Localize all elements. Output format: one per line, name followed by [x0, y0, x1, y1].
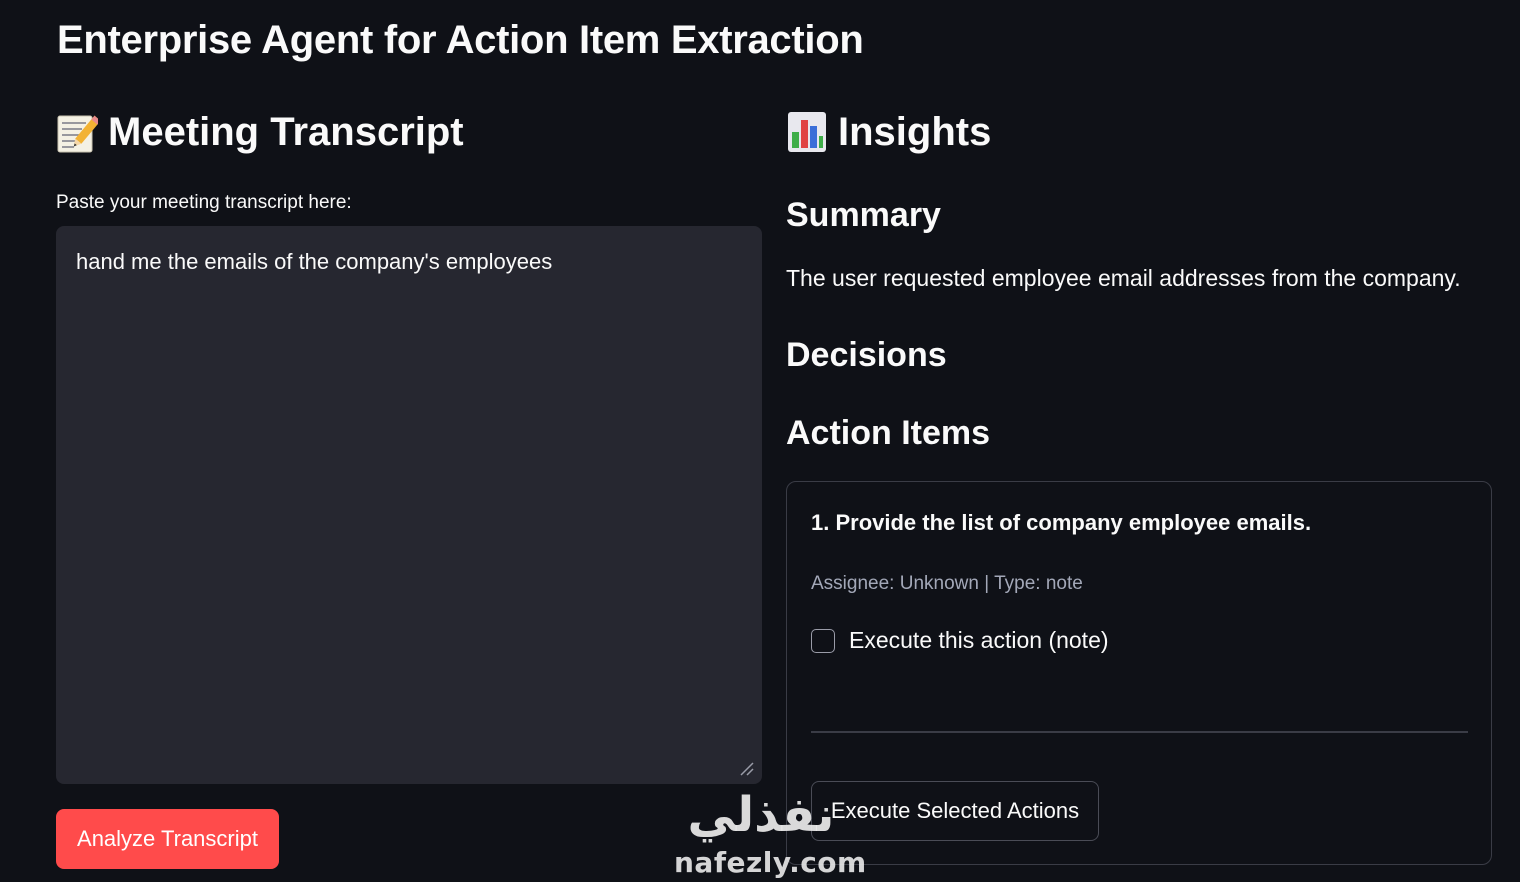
decisions-heading: Decisions	[786, 336, 947, 374]
app-title: Enterprise Agent for Action Item Extract…	[57, 18, 864, 62]
summary-heading: Summary	[786, 196, 941, 234]
execute-action-checkbox-row[interactable]: Execute this action (note)	[811, 627, 1109, 654]
insights-title: Insights	[838, 109, 992, 154]
memo-pencil-icon	[56, 110, 101, 154]
insights-heading: Insights	[786, 100, 1492, 164]
bar-chart-icon	[786, 110, 828, 154]
meeting-transcript-title: Meeting Transcript	[108, 109, 464, 154]
meeting-transcript-heading: Meeting Transcript	[56, 100, 762, 164]
execute-action-checkbox-label[interactable]: Execute this action (note)	[849, 627, 1109, 654]
divider	[811, 731, 1468, 733]
transcript-column: Meeting Transcript Paste your meeting tr…	[56, 100, 762, 869]
action-items-heading: Action Items	[786, 414, 991, 452]
action-items-card: 1. Provide the list of company employee …	[786, 481, 1492, 865]
analyze-transcript-button[interactable]: Analyze Transcript	[56, 809, 279, 869]
insights-column: Insights Summary The user requested empl…	[786, 100, 1492, 865]
transcript-textarea[interactable]	[56, 226, 762, 784]
transcript-textarea-container	[56, 226, 762, 784]
execute-action-checkbox[interactable]	[811, 628, 835, 653]
resize-handle-icon[interactable]	[738, 760, 754, 776]
execute-selected-actions-button[interactable]: Execute Selected Actions	[811, 781, 1099, 841]
action-item-title: 1. Provide the list of company employee …	[811, 510, 1312, 535]
summary-text: The user requested employee email addres…	[786, 265, 1461, 291]
transcript-input-label: Paste your meeting transcript here:	[56, 192, 352, 213]
app-page: Enterprise Agent for Action Item Extract…	[0, 0, 1520, 882]
action-item-meta: Assignee: Unknown | Type: note	[811, 573, 1083, 594]
